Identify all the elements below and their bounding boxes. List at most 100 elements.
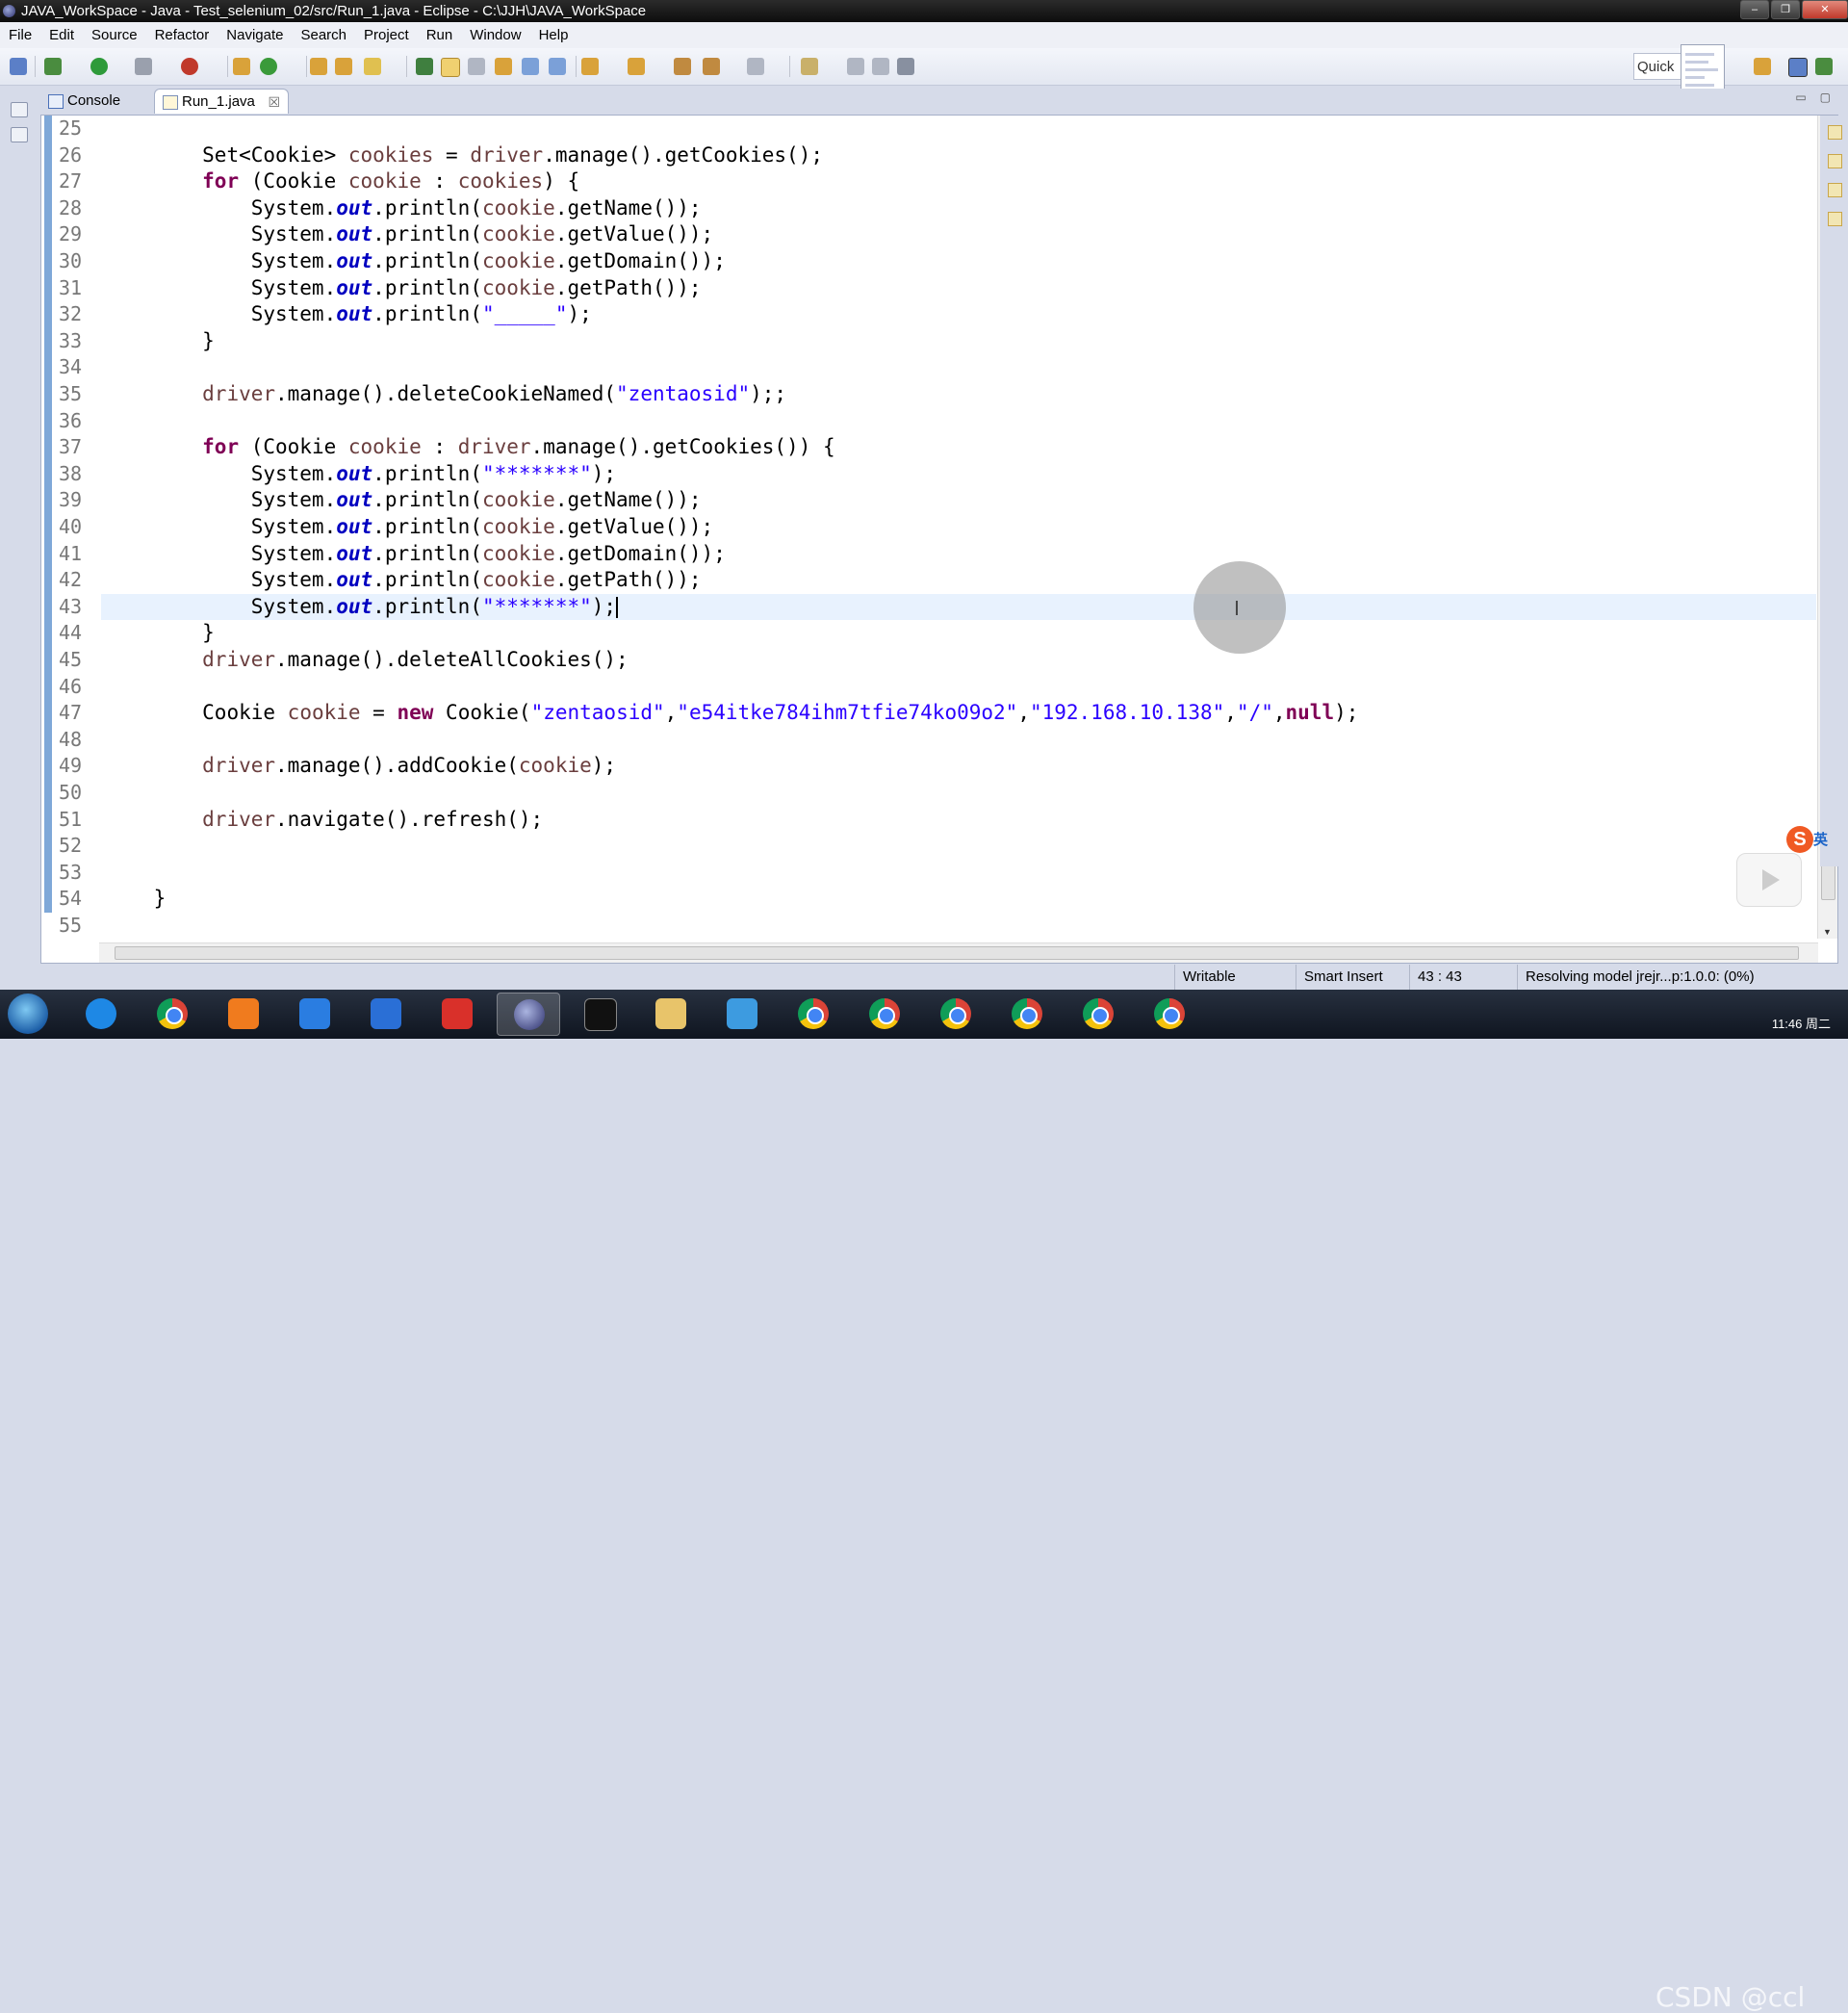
open-type-icon[interactable] — [310, 58, 327, 75]
code-area[interactable]: Set<Cookie> cookies = driver.manage().ge… — [101, 116, 1816, 963]
taskbar-xmind[interactable] — [425, 993, 489, 1036]
code-line-54[interactable]: } — [101, 886, 1816, 913]
code-line-43-current[interactable]: System.out.println("*******"); — [101, 593, 1816, 621]
task-list-icon[interactable] — [1828, 154, 1842, 168]
mark-occurrences-icon[interactable] — [441, 58, 460, 77]
back-icon[interactable] — [703, 58, 720, 75]
code-line-26[interactable]: Set<Cookie> cookies = driver.manage().ge… — [101, 142, 1816, 169]
tab-console[interactable]: Console — [40, 89, 146, 114]
problems-icon[interactable] — [1828, 183, 1842, 197]
menu-search[interactable]: Search — [292, 22, 355, 48]
save-icon[interactable] — [847, 58, 864, 75]
menu-window[interactable]: Window — [461, 22, 529, 48]
taskbar-chrome-7[interactable] — [1138, 993, 1201, 1036]
save-all-icon[interactable] — [872, 58, 889, 75]
minimize-button[interactable]: ‒ — [1740, 0, 1769, 19]
code-line-30[interactable]: System.out.println(cookie.getDomain()); — [101, 248, 1816, 275]
print-icon[interactable] — [897, 58, 914, 75]
minimize-view-icon[interactable]: ▭ — [1795, 90, 1806, 104]
forward-icon[interactable] — [747, 58, 764, 75]
maximize-view-icon[interactable]: ▢ — [1820, 90, 1831, 104]
coverage-icon[interactable] — [135, 58, 152, 75]
word-wrap-icon[interactable] — [468, 58, 485, 75]
taskbar-spreadsheet[interactable] — [212, 993, 275, 1036]
code-line-38[interactable]: System.out.println("*******"); — [101, 461, 1816, 488]
code-line-44[interactable]: } — [101, 620, 1816, 647]
show-whitespace-icon[interactable] — [522, 58, 539, 75]
taskbar-clock[interactable]: 11:46 周二 — [1763, 1015, 1831, 1033]
debug-perspective-icon[interactable] — [1815, 58, 1833, 75]
code-line-41[interactable]: System.out.println(cookie.getDomain()); — [101, 541, 1816, 568]
javadoc-icon[interactable] — [1828, 212, 1842, 226]
horizontal-scroll-thumb[interactable] — [115, 946, 1799, 960]
tab-run-1-java[interactable]: Run_1.java ☒ — [154, 89, 289, 114]
open-perspective-icon[interactable] — [1754, 58, 1771, 75]
taskbar-chrome-2[interactable] — [782, 993, 845, 1036]
menu-navigate[interactable]: Navigate — [218, 22, 292, 48]
menu-source[interactable]: Source — [83, 22, 146, 48]
menu-edit[interactable]: Edit — [40, 22, 83, 48]
menu-help[interactable]: Help — [530, 22, 578, 48]
search-icon[interactable] — [364, 58, 381, 75]
toggle-breadcrumb-icon[interactable] — [416, 58, 433, 75]
ime-indicator[interactable]: S 英 — [1786, 826, 1828, 853]
last-edit-location-icon[interactable] — [674, 58, 691, 75]
taskbar-explorer[interactable] — [639, 993, 703, 1036]
code-line-40[interactable]: System.out.println(cookie.getValue()); — [101, 514, 1816, 541]
previous-annotation-icon[interactable] — [628, 58, 645, 75]
run-icon[interactable] — [90, 58, 108, 75]
status-progress[interactable]: Resolving model jrejr...p:1.0.0: (0%) — [1517, 965, 1773, 990]
taskbar-app[interactable] — [710, 993, 774, 1036]
taskbar-chrome-6[interactable] — [1066, 993, 1130, 1036]
code-line-37[interactable]: for (Cookie cookie : driver.manage().get… — [101, 434, 1816, 461]
code-line-51[interactable]: driver.navigate().refresh(); — [101, 807, 1816, 834]
menu-project[interactable]: Project — [355, 22, 418, 48]
taskbar-cmd[interactable] — [568, 993, 631, 1036]
code-line-39[interactable]: System.out.println(cookie.getName()); — [101, 487, 1816, 514]
maximize-button[interactable]: ❐ — [1771, 0, 1800, 19]
taskbar-notes[interactable] — [283, 993, 346, 1036]
new-package-icon[interactable] — [233, 58, 250, 75]
code-line-27[interactable]: for (Cookie cookie : cookies) { — [101, 168, 1816, 195]
start-button[interactable] — [8, 994, 48, 1034]
code-line-47[interactable]: Cookie cookie = new Cookie("zentaosid","… — [101, 700, 1816, 727]
code-line-45[interactable]: driver.manage().deleteAllCookies(); — [101, 647, 1816, 674]
next-annotation-icon[interactable] — [581, 58, 599, 75]
code-line-42[interactable]: System.out.println(cookie.getPath()); — [101, 567, 1816, 594]
video-play-overlay[interactable] — [1736, 853, 1802, 907]
code-line-35[interactable]: driver.manage().deleteCookieNamed("zenta… — [101, 381, 1816, 408]
new-class-icon[interactable] — [260, 58, 277, 75]
java-perspective-icon[interactable] — [1788, 58, 1808, 77]
code-line-49[interactable]: driver.manage().addCookie(cookie); — [101, 753, 1816, 780]
taskbar-wps-writer[interactable] — [354, 993, 418, 1036]
block-selection-icon[interactable] — [495, 58, 512, 75]
debug-icon[interactable] — [44, 58, 62, 75]
code-line-32[interactable]: System.out.println("_____"); — [101, 301, 1816, 328]
code-line-28[interactable]: System.out.println(cookie.getName()); — [101, 195, 1816, 222]
pilcrow-icon[interactable] — [549, 58, 566, 75]
close-tab-icon[interactable]: ☒ — [268, 90, 280, 115]
select-tool-icon[interactable] — [10, 58, 27, 75]
menu-run[interactable]: Run — [418, 22, 462, 48]
pin-editor-icon[interactable] — [801, 58, 818, 75]
code-line-31[interactable]: System.out.println(cookie.getPath()); — [101, 275, 1816, 302]
taskbar-search-app[interactable] — [69, 993, 133, 1036]
horizontal-scrollbar[interactable] — [99, 942, 1818, 963]
open-task-icon[interactable] — [335, 58, 352, 75]
taskbar-chrome[interactable] — [141, 993, 204, 1036]
menu-refactor[interactable]: Refactor — [146, 22, 218, 48]
taskbar-chrome-4[interactable] — [924, 993, 988, 1036]
restore-view-icon[interactable] — [11, 102, 28, 117]
code-line-33[interactable]: } — [101, 328, 1816, 355]
outline-icon[interactable] — [1828, 125, 1842, 140]
taskbar-chrome-5[interactable] — [995, 993, 1059, 1036]
scroll-down-icon[interactable]: ▼ — [1823, 927, 1832, 937]
java-editor[interactable]: 25 26 27 28 29 30 31 32 33 34 35 36 37 38 39 40 41 42 43 44… — [40, 115, 1838, 964]
package-explorer-icon[interactable] — [11, 127, 28, 142]
close-button[interactable]: ✕ — [1802, 0, 1848, 19]
external-tools-icon[interactable] — [181, 58, 198, 75]
code-line-29[interactable]: System.out.println(cookie.getValue()); — [101, 221, 1816, 248]
taskbar-eclipse[interactable] — [497, 993, 560, 1036]
menu-file[interactable]: File — [0, 22, 40, 48]
taskbar-chrome-3[interactable] — [853, 993, 916, 1036]
